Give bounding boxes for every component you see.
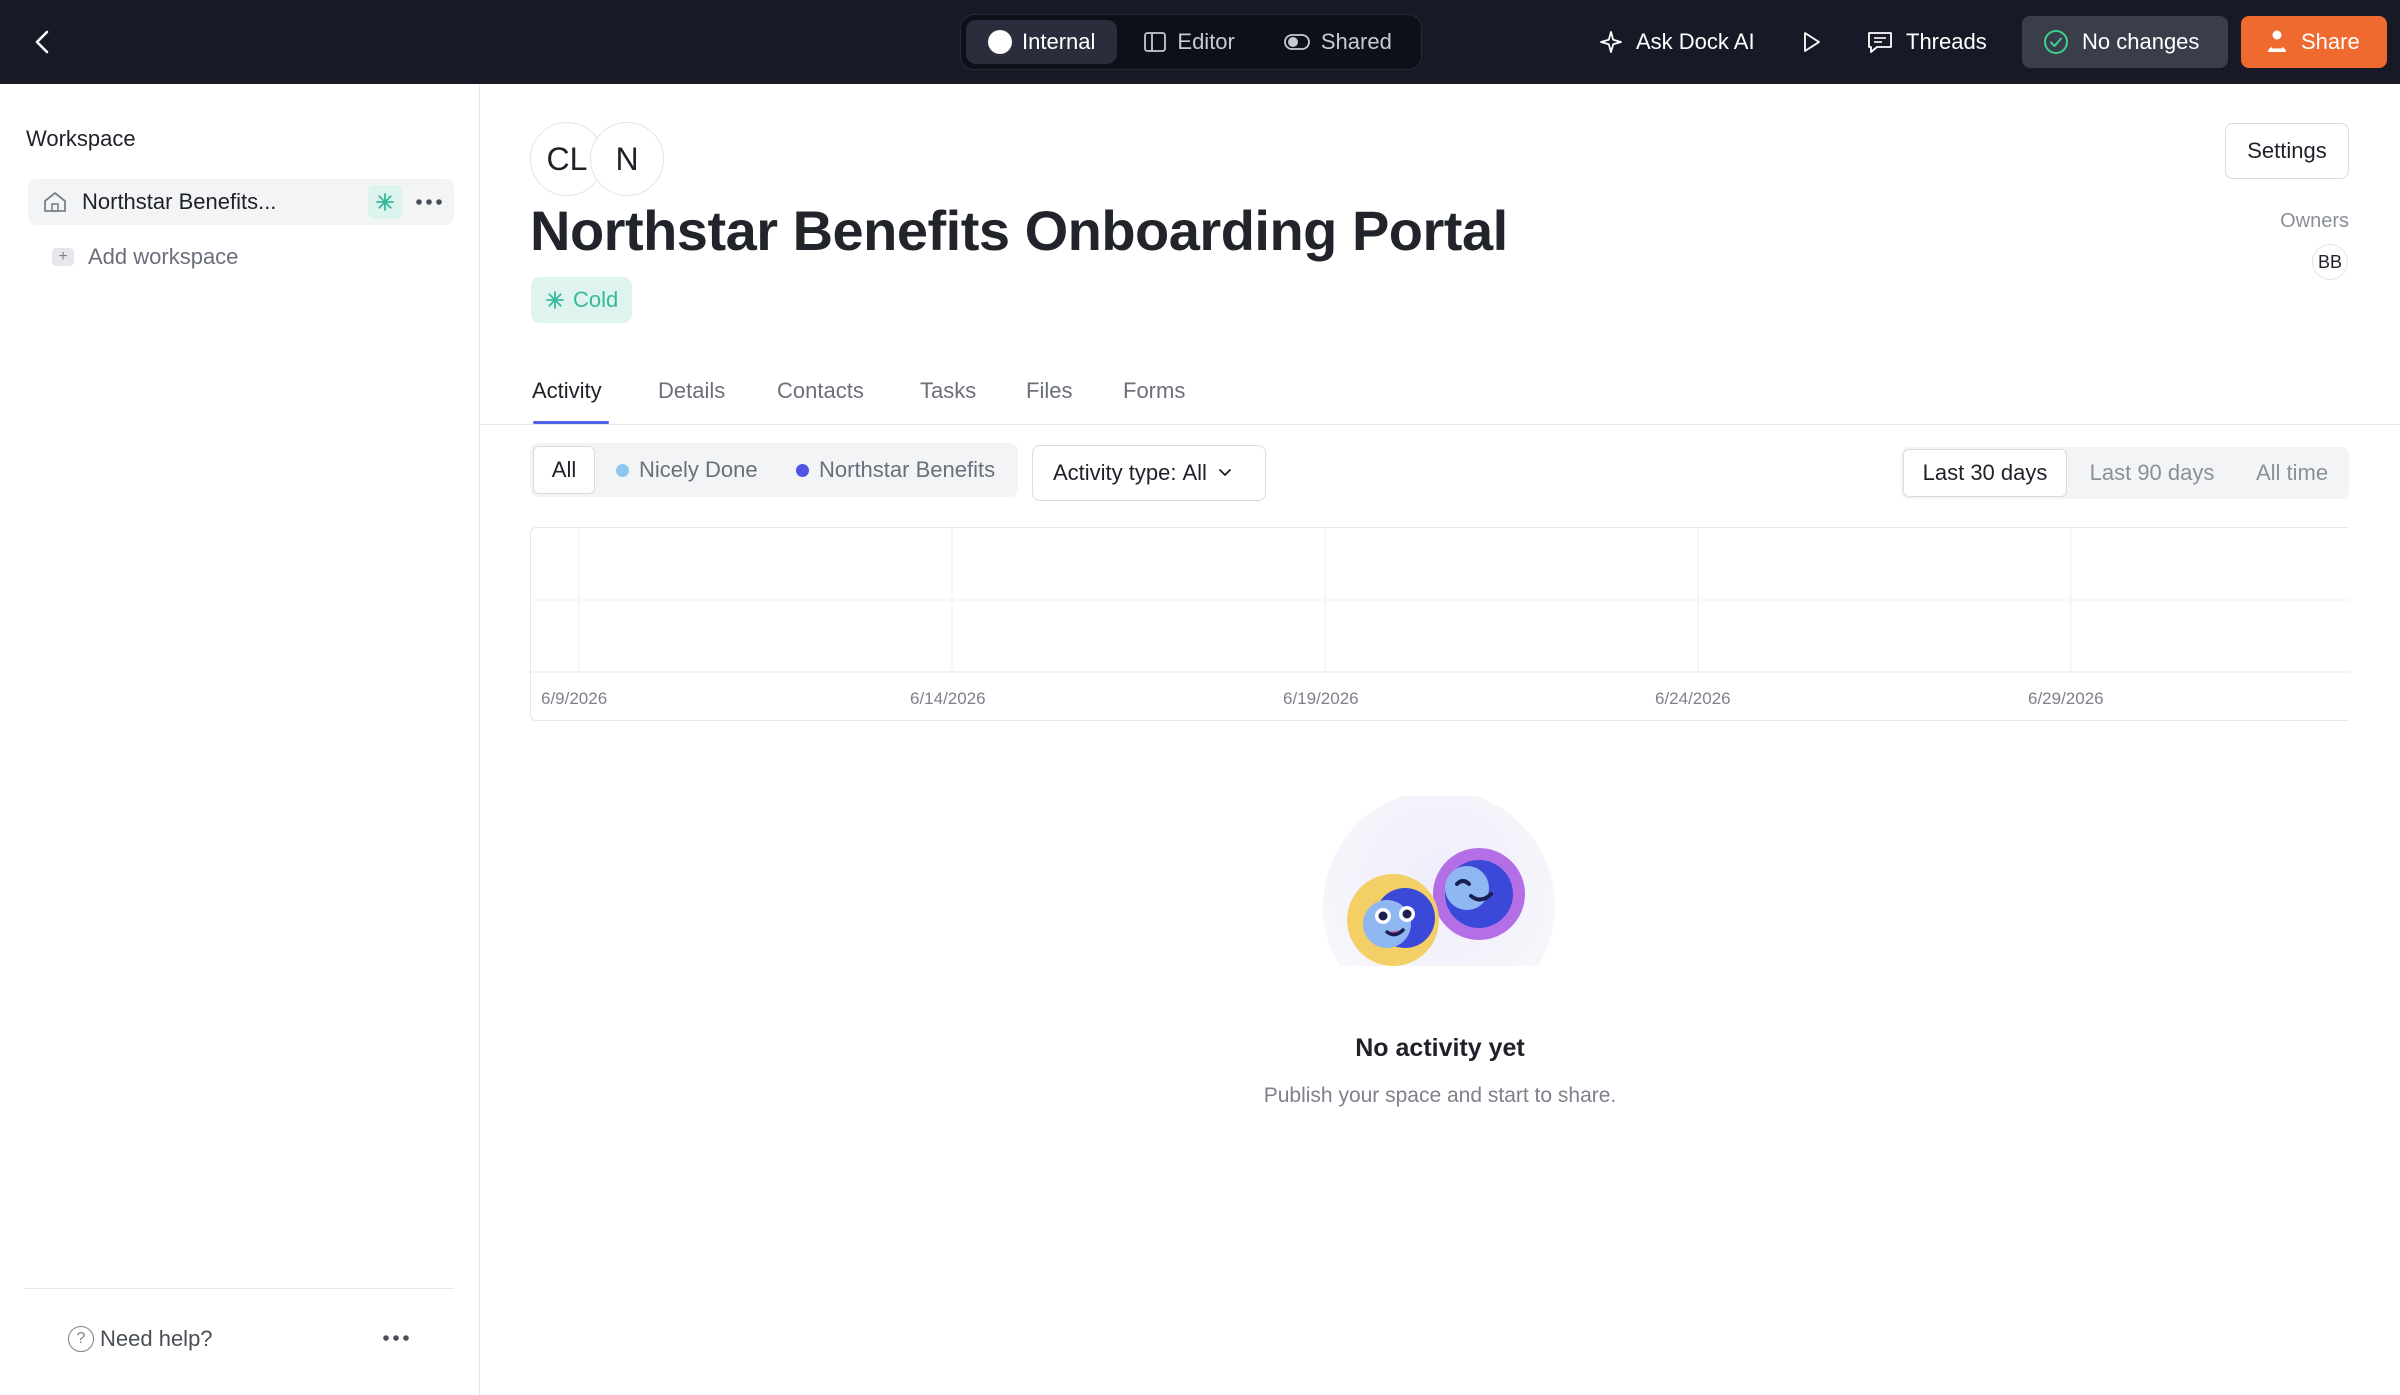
status-badge[interactable]: Cold: [531, 277, 633, 323]
help-link[interactable]: ? Need help?: [68, 1322, 213, 1356]
sidebar: Workspace Northstar Benefits... + Add wo…: [0, 84, 480, 1395]
filter-northstar-label: Northstar Benefits: [819, 457, 996, 482]
settings-button[interactable]: Settings: [2225, 123, 2349, 179]
legend-dot: [616, 463, 629, 477]
activity-type-prefix: Activity type:: [1053, 460, 1177, 485]
filter-nicely-done[interactable]: Nicely Done: [616, 446, 758, 494]
home-icon: [44, 192, 66, 212]
filter-nicely-done-label: Nicely Done: [639, 457, 758, 482]
status-label: Cold: [573, 287, 619, 312]
activity-chart-svg: 6/9/2026 6/14/2026 6/19/2026 6/24/2026 6/29/…: [531, 528, 2350, 708]
mode-internal[interactable]: Internal: [966, 20, 1118, 64]
active-tab-indicator: [533, 421, 609, 424]
avatar: N: [590, 122, 664, 196]
filter-all[interactable]: All: [533, 446, 595, 494]
tab-forms[interactable]: Forms: [1123, 378, 1185, 404]
add-workspace-label: Add workspace: [88, 244, 239, 269]
back-button[interactable]: [22, 22, 62, 62]
share-button[interactable]: Share: [2241, 16, 2387, 68]
tab-details[interactable]: Details: [658, 378, 725, 404]
workspace-status-badge: [368, 185, 402, 219]
range-30-days[interactable]: Last 30 days: [1903, 449, 2067, 497]
workspace-more-button[interactable]: [412, 185, 446, 219]
view-mode-switch: Internal Editor Shared: [960, 14, 1422, 70]
range-all-time[interactable]: All time: [2237, 449, 2347, 497]
tab-bar: Activity Details Contacts Tasks Files Fo…: [480, 372, 2400, 425]
mode-internal-label: Internal: [1022, 29, 1096, 54]
sparkle-icon: [1600, 31, 1622, 53]
empty-state-title: No activity yet: [1355, 1034, 1525, 1062]
party-filter: All Nicely Done Northstar Benefits: [530, 443, 1018, 497]
mode-editor-label: Editor: [1177, 29, 1235, 54]
tab-tasks[interactable]: Tasks: [920, 378, 976, 404]
no-changes-label: No changes: [2082, 29, 2200, 54]
chart-x-tick-label: 6/19/2026: [1283, 689, 1359, 708]
sidebar-heading: Workspace: [26, 126, 136, 151]
sidebar-divider: [24, 1288, 454, 1289]
top-bar: Internal Editor Shared Ask Dock AI Threa…: [0, 0, 2400, 84]
mode-editor[interactable]: Editor: [1121, 20, 1256, 64]
chat-bubble-icon: [1868, 32, 1892, 53]
ask-ai-label: Ask Dock AI: [1636, 29, 1755, 54]
share-label: Share: [2301, 29, 2360, 54]
workspace-name: Northstar Benefits...: [82, 189, 277, 214]
date-range-selector: Last 30 days Last 90 days All time: [1901, 447, 2349, 499]
tab-files[interactable]: Files: [1026, 378, 1072, 404]
check-circle-icon: [2044, 30, 2068, 54]
chart-x-tick-label: 6/9/2026: [541, 689, 607, 708]
owner-avatar[interactable]: BB: [2312, 244, 2348, 280]
no-changes-button[interactable]: No changes: [2022, 16, 2228, 68]
more-horizontal-icon: [383, 1335, 409, 1341]
tab-activity[interactable]: Activity: [532, 378, 602, 404]
snowflake-icon: [546, 291, 564, 309]
snowflake-icon: [376, 193, 394, 211]
activity-type-value: All: [1182, 460, 1207, 485]
page-title: Northstar Benefits Onboarding Portal: [530, 199, 1508, 262]
plus-icon: +: [52, 248, 74, 266]
activity-chart: 6/9/2026 6/14/2026 6/19/2026 6/24/2026 6/29/…: [530, 527, 2350, 721]
threads-button[interactable]: Threads: [1866, 14, 1987, 70]
share-person-icon: [2268, 30, 2286, 52]
empty-state-subtitle: Publish your space and start to share.: [1263, 1084, 1617, 1107]
range-90-days[interactable]: Last 90 days: [2069, 449, 2235, 497]
question-icon: ?: [68, 1326, 94, 1352]
mode-shared-label: Shared: [1320, 29, 1392, 54]
ask-ai-button[interactable]: Ask Dock AI: [1598, 14, 1755, 70]
sidebar-more-button[interactable]: [378, 1320, 414, 1356]
help-label: Need help?: [100, 1326, 213, 1351]
play-preview-button[interactable]: [1798, 14, 1824, 70]
add-workspace-button[interactable]: + Add workspace: [52, 240, 238, 274]
circle-icon: [988, 30, 1012, 54]
filter-northstar[interactable]: Northstar Benefits: [796, 446, 995, 494]
chevron-left-icon: [35, 30, 49, 54]
owners-label: Owners: [2280, 210, 2349, 232]
chart-x-tick-label: 6/24/2026: [1655, 689, 1731, 708]
mode-shared[interactable]: Shared: [1261, 20, 1414, 64]
chart-x-tick-label: 6/14/2026: [910, 689, 986, 708]
legend-dot: [796, 463, 809, 477]
more-horizontal-icon: [416, 199, 442, 205]
activity-type-dropdown[interactable]: Activity type: All: [1032, 445, 1266, 501]
chart-x-tick-label: 6/29/2026: [2028, 689, 2104, 708]
toggle-icon: [1283, 34, 1310, 50]
chevron-down-icon: [1219, 469, 1231, 476]
empty-state-illustration: [1321, 796, 1557, 1016]
tab-contacts[interactable]: Contacts: [777, 378, 864, 404]
play-icon: [1804, 32, 1820, 52]
threads-label: Threads: [1906, 29, 1987, 54]
sidebar-item-workspace[interactable]: Northstar Benefits...: [28, 179, 454, 225]
sidebar-panel-icon: [1144, 32, 1167, 52]
